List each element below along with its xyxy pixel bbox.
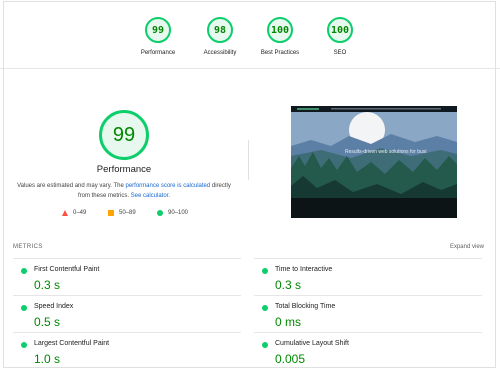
- metric-value: 0.5 s: [34, 315, 61, 329]
- metric-cumulative-layout-shift: Cumulative Layout Shift 0.005: [254, 332, 482, 370]
- expand-view-toggle[interactable]: Expand view: [450, 244, 484, 250]
- metric-name: Time to Interactive: [275, 266, 333, 273]
- performance-score-gauge: 99: [99, 110, 149, 160]
- metric-speed-index: Speed Index 0.5 s: [13, 295, 241, 333]
- legend-label: 90–100: [168, 210, 189, 216]
- metric-value: 1.0 s: [34, 352, 61, 366]
- performance-description: Values are estimated and may vary. The p…: [16, 181, 232, 201]
- pass-circle-icon: [157, 210, 163, 216]
- score-ring: 100: [327, 17, 353, 43]
- metric-name: Largest Contentful Paint: [34, 340, 110, 347]
- section-divider: [248, 140, 249, 180]
- score-summary: 99 Performance 98 Accessibility 100 Best…: [0, 0, 500, 69]
- score-ring: 99: [145, 17, 171, 43]
- metric-value: 0.3 s: [275, 278, 302, 292]
- pass-circle-icon: [21, 342, 27, 348]
- performance-title: Performance: [96, 164, 152, 175]
- legend-fail: 0–49: [62, 210, 86, 216]
- pass-circle-icon: [21, 305, 27, 311]
- screenshot-headline: Results-driven web solutions for busi: [345, 149, 427, 155]
- metrics-header: METRICS: [13, 244, 43, 250]
- metric-name: Speed Index: [34, 303, 74, 310]
- metric-time-to-interactive: Time to Interactive 0.3 s: [254, 258, 482, 296]
- gauge-seo[interactable]: 100 SEO: [300, 17, 380, 56]
- screenshot-image: [291, 106, 457, 218]
- legend-pass: 90–100: [157, 210, 188, 216]
- legend-label: 0–49: [73, 210, 87, 216]
- average-square-icon: [108, 210, 114, 216]
- desc-text: Values are estimated and may vary. The: [17, 183, 126, 189]
- fail-triangle-icon: [62, 210, 68, 216]
- see-calculator-link[interactable]: See calculator.: [131, 193, 170, 199]
- metric-name: Cumulative Layout Shift: [275, 340, 349, 347]
- pass-circle-icon: [262, 305, 268, 311]
- score-ring: 100: [267, 17, 293, 43]
- score-ring: 98: [207, 17, 233, 43]
- pass-circle-icon: [262, 268, 268, 274]
- metric-name: First Contentful Paint: [34, 266, 100, 273]
- metric-value: 0 ms: [275, 315, 302, 329]
- pass-circle-icon: [21, 268, 27, 274]
- metric-value: 0.3 s: [34, 278, 61, 292]
- legend-average: 50–89: [108, 210, 136, 216]
- metric-total-blocking-time: Total Blocking Time 0 ms: [254, 295, 482, 333]
- metric-value: 0.005: [275, 352, 306, 366]
- metric-first-contentful-paint: First Contentful Paint 0.3 s: [13, 258, 241, 296]
- page-screenshot[interactable]: Results-driven web solutions for busi: [291, 106, 457, 218]
- legend-label: 50–89: [119, 210, 136, 216]
- gauge-label: SEO: [333, 50, 347, 56]
- pass-circle-icon: [262, 342, 268, 348]
- metric-name: Total Blocking Time: [275, 303, 336, 310]
- metric-largest-contentful-paint: Largest Contentful Paint 1.0 s: [13, 332, 241, 370]
- score-calculated-link[interactable]: performance score is calculated: [126, 183, 211, 189]
